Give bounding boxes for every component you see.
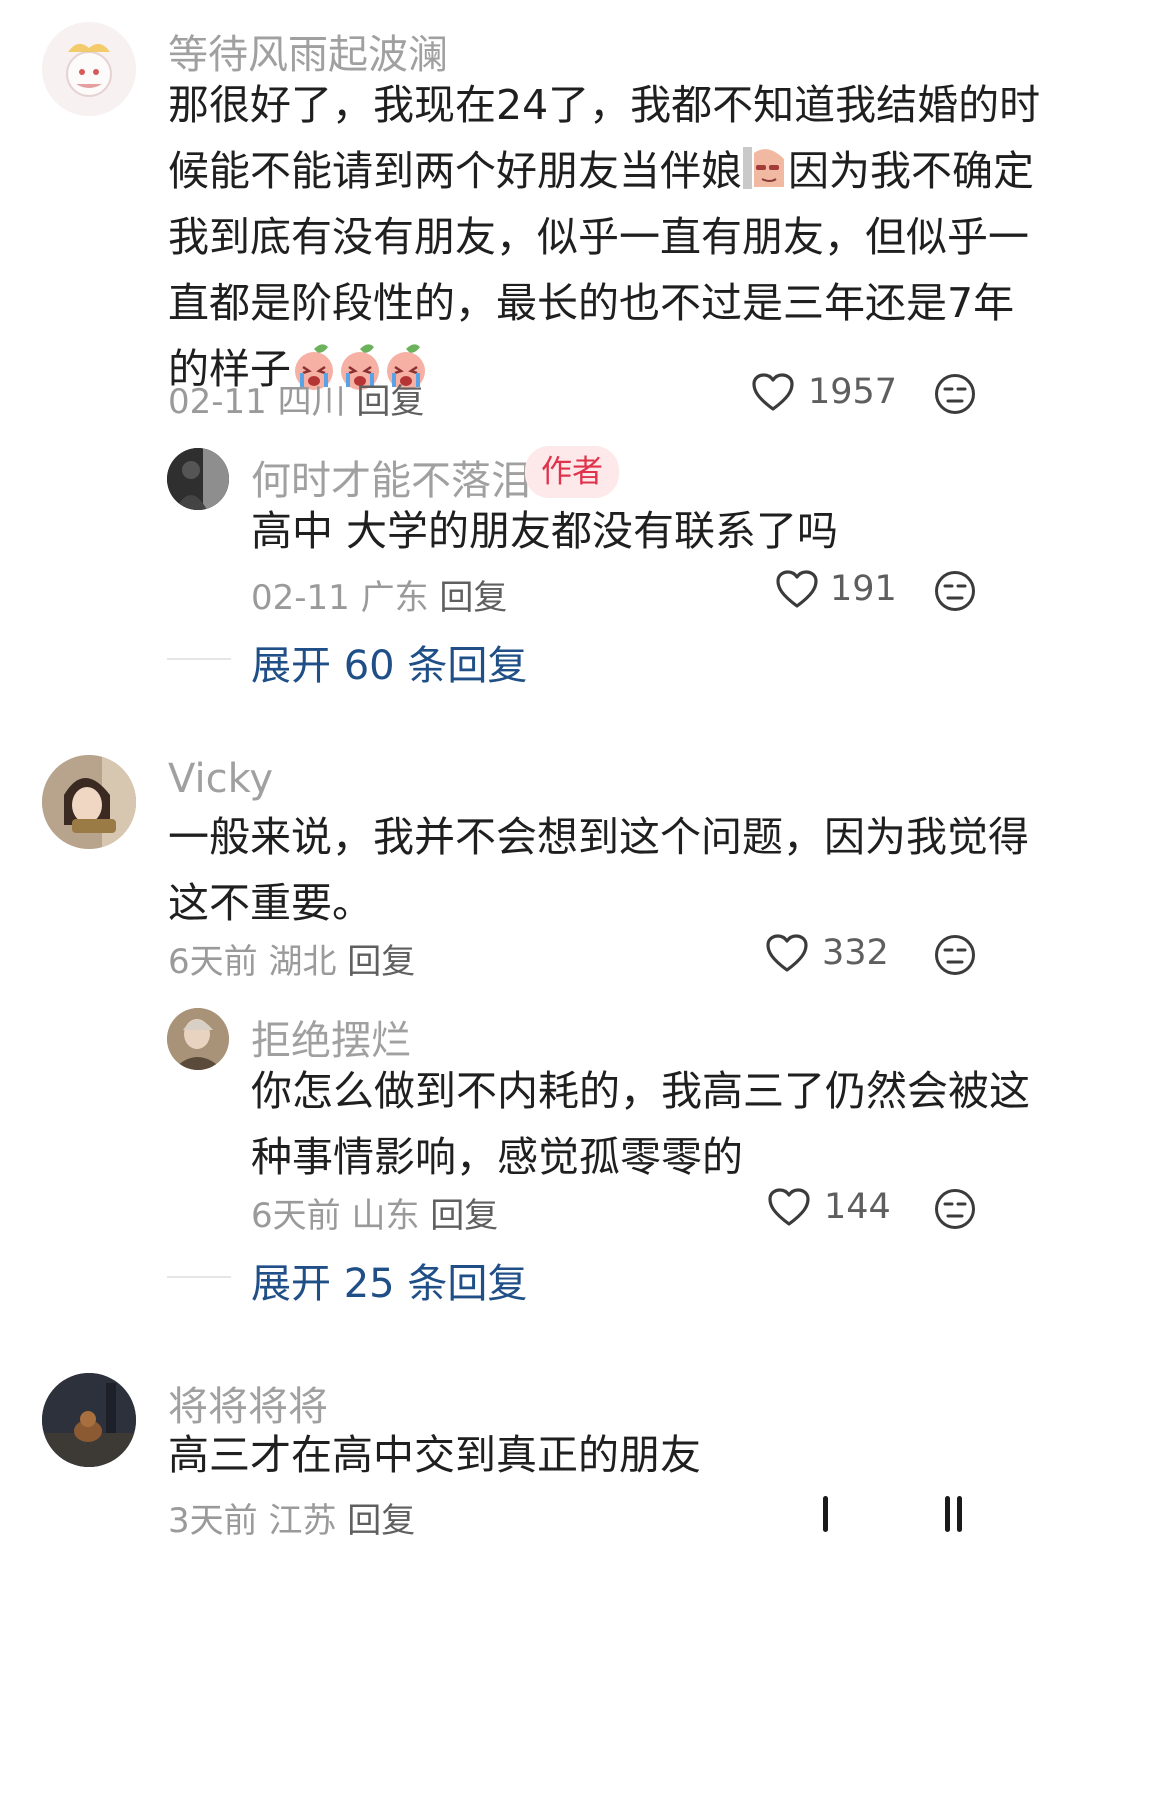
comment-meta: 6天前 山东 回复 (251, 1188, 498, 1237)
unamused-face-icon[interactable] (934, 1188, 976, 1230)
comment-location: 江苏 (268, 1501, 337, 1541)
comment-line: 直都是阶段性的，最长的也不过是三年还是7年 (168, 279, 1015, 327)
comment-line: 这不重要。 (168, 879, 373, 927)
expand-divider (167, 1276, 231, 1278)
comment-text: 高三才在高中交到真正的朋友 (168, 1422, 998, 1488)
comment-text: 一般来说，我并不会想到这个问题，因为我觉得 这不重要。 (168, 804, 1029, 936)
comment-meta: 02-11 广东 回复 (251, 570, 507, 619)
dislike-icon-partial[interactable] (957, 1496, 962, 1532)
comment-location: 山东 (351, 1196, 420, 1236)
avatar[interactable] (42, 22, 136, 116)
heart-outline-icon[interactable] (776, 570, 818, 610)
comment-time: 02-11 (251, 578, 350, 618)
comment-line: 高三才在高中交到真正的朋友 (168, 1431, 701, 1479)
like-icon-partial[interactable] (823, 1496, 828, 1532)
reply-button[interactable]: 回复 (347, 942, 415, 982)
comment-line: 种事情影响，感觉孤零零的 (251, 1133, 743, 1181)
like-count: 332 (822, 933, 889, 973)
comment-time: 6天前 (251, 1196, 341, 1236)
expand-divider (167, 658, 231, 660)
comment-line: 一般来说，我并不会想到这个问题，因为我觉得 (168, 813, 1029, 861)
heart-outline-icon[interactable] (766, 934, 808, 974)
dislike-icon-partial[interactable] (945, 1496, 950, 1532)
comment-location: 广东 (360, 578, 429, 618)
like-count: 1957 (808, 372, 898, 412)
comment-location: 四川 (277, 382, 346, 422)
comment-meta: 02-11 四川 回复 (168, 374, 424, 423)
comment-line-part: 候能不能请到两个好朋友当伴娘 (168, 147, 742, 195)
comment-line: 那很好了，我现在24了，我都不知道我结婚的时 (168, 81, 1041, 129)
reply-text: 你怎么做到不内耗的，我高三了仍然会被这 种事情影响，感觉孤零零的 (251, 1058, 1030, 1190)
reply-button[interactable]: 回复 (430, 1196, 498, 1236)
avatar[interactable] (167, 1008, 229, 1070)
comment-line: 高中 大学的朋友都没有联系了吗 (251, 507, 839, 555)
reply-text: 高中 大学的朋友都没有联系了吗 (251, 498, 1011, 564)
expand-replies-button[interactable]: 展开 25 条回复 (251, 1251, 527, 1309)
comment-time: 6天前 (168, 942, 258, 982)
unamused-face-icon[interactable] (934, 373, 976, 415)
avatar[interactable] (42, 1373, 136, 1467)
comment-line-with-emoji: 候能不能请到两个好朋友当伴娘 因为我不确定 (168, 138, 1034, 204)
unamused-face-icon[interactable] (934, 934, 976, 976)
comment-line: 我到底有没有朋友，似乎一直有朋友，但似乎一 (168, 213, 1029, 261)
comment-time: 3天前 (168, 1501, 258, 1541)
peach-sticker-icon (742, 143, 788, 193)
comment-meta: 3天前 江苏 回复 (168, 1493, 415, 1542)
author-badge: 作者 (525, 446, 619, 498)
comment-line: 你怎么做到不内耗的，我高三了仍然会被这 (251, 1067, 1030, 1115)
comment-time: 02-11 (168, 382, 267, 422)
like-count: 191 (830, 569, 897, 609)
comment-text: 那很好了，我现在24了，我都不知道我结婚的时 候能不能请到两个好朋友当伴娘 因为我… (168, 72, 1041, 402)
heart-outline-icon[interactable] (752, 373, 794, 413)
comment-username[interactable]: Vicky (168, 756, 273, 802)
comment-location: 湖北 (268, 942, 337, 982)
comment-meta: 6天前 湖北 回复 (168, 934, 415, 983)
reply-button[interactable]: 回复 (356, 382, 424, 422)
avatar[interactable] (167, 448, 229, 510)
unamused-face-icon[interactable] (934, 570, 976, 612)
avatar[interactable] (42, 755, 136, 849)
reply-button[interactable]: 回复 (439, 578, 507, 618)
comment-line-part: 因为我不确定 (788, 147, 1034, 195)
expand-replies-button[interactable]: 展开 60 条回复 (251, 633, 527, 691)
reply-button[interactable]: 回复 (347, 1501, 415, 1541)
heart-outline-icon[interactable] (768, 1188, 810, 1228)
like-count: 144 (824, 1187, 891, 1227)
